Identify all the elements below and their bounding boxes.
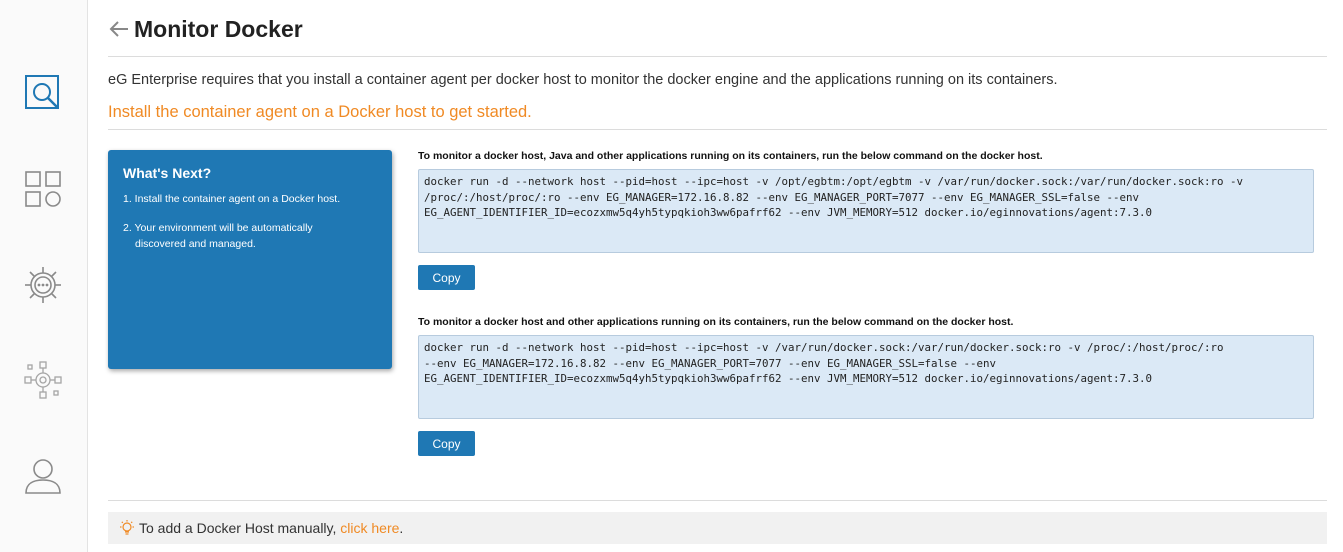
click-here-link[interactable]: click here — [340, 520, 399, 536]
copy-button-standard[interactable]: Copy — [418, 431, 475, 456]
whats-next-title: What's Next? — [123, 165, 212, 181]
copy-button-java[interactable]: Copy — [418, 265, 475, 290]
whats-next-step-2: 2. Your environment will be automaticall… — [123, 222, 313, 250]
divider — [108, 129, 1327, 130]
footer-suffix: . — [399, 520, 404, 536]
divider — [108, 56, 1327, 57]
page-title: Monitor Docker — [134, 15, 303, 42]
command-label-java: To monitor a docker host, Java and other… — [418, 150, 1043, 162]
add-host-footer: To add a Docker Host manually, click her… — [108, 512, 1327, 544]
divider — [108, 500, 1327, 501]
whats-next-panel: What's Next? 1. Install the container ag… — [108, 150, 392, 369]
sidebar — [0, 0, 88, 552]
user-icon[interactable] — [22, 455, 64, 497]
command-box-standard[interactable]: docker run -d --network host --pid=host … — [418, 335, 1314, 419]
lightbulb-icon — [118, 519, 136, 537]
intro-text: eG Enterprise requires that you install … — [108, 72, 1058, 88]
network-gear-icon[interactable] — [22, 359, 64, 401]
title-row: Monitor Docker — [108, 12, 303, 46]
command-label-standard: To monitor a docker host and other appli… — [418, 316, 1014, 328]
search-monitor-icon[interactable] — [22, 73, 64, 115]
footer-text: To add a Docker Host manually, — [139, 520, 341, 536]
gear-icon[interactable] — [22, 264, 64, 306]
command-box-java[interactable]: docker run -d --network host --pid=host … — [418, 169, 1314, 253]
whats-next-step-1: 1. Install the container agent on a Dock… — [123, 193, 341, 205]
grid-icon[interactable] — [22, 168, 64, 210]
back-arrow-icon[interactable] — [108, 18, 130, 40]
main-content: Monitor Docker eG Enterprise requires th… — [108, 0, 1328, 552]
call-to-action: Install the container agent on a Docker … — [108, 103, 532, 121]
